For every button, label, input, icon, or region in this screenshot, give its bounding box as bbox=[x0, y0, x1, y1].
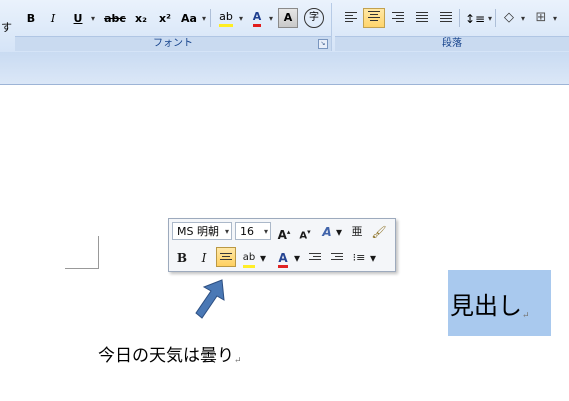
borders-dropdown-icon[interactable]: ▾ bbox=[550, 9, 560, 29]
ribbon-lower-band bbox=[0, 52, 569, 85]
chevron-down-icon[interactable]: ▾ bbox=[225, 223, 229, 241]
decrease-indent-button[interactable] bbox=[305, 247, 325, 267]
bold-button[interactable]: B bbox=[21, 9, 41, 29]
font-color-dropdown-icon[interactable]: ▾ bbox=[266, 9, 276, 29]
underline-button[interactable]: U bbox=[67, 9, 89, 29]
character-shading-button[interactable]: A bbox=[278, 8, 298, 28]
ribbon-left-edge-text: す bbox=[1, 21, 12, 34]
font-dialog-launcher-icon[interactable]: ↘ bbox=[318, 39, 328, 49]
underline-dropdown-icon[interactable]: ▾ bbox=[88, 9, 98, 29]
page-margin-mark bbox=[65, 268, 99, 269]
align-center-icon bbox=[368, 9, 380, 23]
heading-text: 見出し bbox=[450, 292, 522, 320]
align-right-button[interactable] bbox=[387, 9, 409, 29]
paragraph-mark-icon: ↵ bbox=[522, 311, 530, 321]
subscript-button[interactable]: x₂ bbox=[130, 9, 152, 29]
font-color-button[interactable]: A bbox=[246, 7, 268, 27]
align-right-icon bbox=[392, 10, 404, 24]
bold-icon: B bbox=[176, 251, 188, 265]
distributed-button[interactable] bbox=[435, 9, 457, 29]
font-name-value: MS 明朝 bbox=[177, 225, 219, 238]
highlight-button[interactable]: ab bbox=[239, 247, 259, 268]
highlight-button[interactable]: ab bbox=[214, 7, 238, 27]
highlight-pen-icon: ab bbox=[219, 10, 233, 27]
increase-indent-button[interactable] bbox=[327, 247, 347, 267]
bullet-list-icon: ⁝≡ bbox=[352, 251, 366, 264]
shrink-font-button[interactable]: A▾ bbox=[295, 221, 315, 241]
increase-indent-icon bbox=[331, 251, 343, 262]
styles-dropdown-icon[interactable]: ▾ bbox=[335, 221, 343, 241]
format-painter-button[interactable]: 🖌 bbox=[369, 221, 389, 241]
separator bbox=[495, 9, 496, 27]
font-group-label: フォント bbox=[15, 36, 331, 51]
italic-icon: I bbox=[201, 251, 207, 265]
shading-button[interactable]: ◇ bbox=[498, 8, 520, 28]
chevron-down-icon[interactable]: ▾ bbox=[264, 223, 268, 241]
bullets-dropdown-icon[interactable]: ▾ bbox=[369, 247, 377, 267]
shrink-font-icon: A bbox=[299, 230, 308, 242]
styles-button[interactable]: A bbox=[317, 221, 337, 241]
phonetic-guide-icon: 亜 bbox=[351, 225, 363, 238]
line-spacing-button[interactable]: ↕≡ bbox=[463, 9, 487, 29]
styles-icon: A bbox=[322, 225, 332, 239]
italic-button[interactable]: I bbox=[194, 247, 214, 267]
borders-button[interactable]: ⊞ bbox=[530, 8, 552, 28]
page-margin-mark bbox=[98, 236, 99, 269]
paragraph-group-label: 段落 bbox=[335, 36, 569, 51]
font-size-combo[interactable]: 16 ▾ bbox=[235, 222, 271, 240]
highlight-dropdown-icon[interactable]: ▾ bbox=[236, 9, 246, 29]
body-text: 今日の天気は曇り bbox=[98, 346, 234, 366]
highlight-dropdown-icon[interactable]: ▾ bbox=[259, 247, 267, 267]
bullets-button[interactable]: ⁝≡ bbox=[349, 247, 369, 267]
mini-toolbar: MS 明朝 ▾ 16 ▾ A▴ A▾ A ▾ 亜 🖌 B I ab ▾ A ▾ … bbox=[168, 218, 396, 272]
font-color-icon: A bbox=[252, 10, 262, 27]
italic-button[interactable]: I bbox=[43, 9, 63, 29]
grow-font-button[interactable]: A▴ bbox=[274, 221, 294, 242]
font-color-icon: A bbox=[278, 251, 288, 268]
decrease-indent-icon bbox=[309, 251, 321, 262]
separator bbox=[210, 9, 211, 27]
phonetic-guide-button[interactable]: 亜 bbox=[347, 221, 367, 241]
align-left-icon bbox=[345, 10, 357, 24]
change-case-button[interactable]: Aa bbox=[177, 9, 201, 29]
grow-font-icon: A bbox=[277, 228, 287, 242]
bold-button[interactable]: B bbox=[172, 247, 192, 267]
paintbrush-icon: 🖌 bbox=[371, 225, 387, 239]
paragraph-mark-icon: ↵ bbox=[234, 356, 242, 366]
justify-icon bbox=[416, 10, 428, 24]
body-paragraph[interactable]: 今日の天気は曇り↵ bbox=[98, 341, 242, 366]
distributed-icon bbox=[440, 10, 452, 24]
center-button[interactable] bbox=[216, 247, 236, 267]
paragraph-group: ↕≡ ▾ ◇ ▾ ⊞ ▾ 段落 bbox=[335, 3, 569, 51]
separator bbox=[459, 9, 460, 27]
font-color-button[interactable]: A bbox=[273, 247, 293, 268]
font-size-value: 16 bbox=[240, 225, 254, 238]
align-center-button[interactable] bbox=[363, 8, 385, 28]
strikethrough-button[interactable]: abc bbox=[102, 9, 128, 29]
superscript-button[interactable]: x² bbox=[154, 9, 176, 29]
font-name-combo[interactable]: MS 明朝 ▾ bbox=[172, 222, 232, 240]
font-color-dropdown-icon[interactable]: ▾ bbox=[293, 247, 301, 267]
line-spacing-dropdown-icon[interactable]: ▾ bbox=[485, 9, 495, 29]
ribbon: す B I U ▾ abc x₂ x² Aa ▾ ab ▾ A ▾ A 字 フォ… bbox=[0, 0, 569, 53]
font-group: B I U ▾ abc x₂ x² Aa ▾ ab ▾ A ▾ A 字 フォント… bbox=[15, 3, 332, 51]
justify-button[interactable] bbox=[411, 9, 433, 29]
align-left-button[interactable] bbox=[340, 9, 362, 29]
align-center-icon bbox=[220, 251, 232, 262]
heading-paragraph[interactable]: 見出し↵ bbox=[450, 286, 530, 321]
highlight-pen-icon: ab bbox=[242, 251, 256, 268]
change-case-dropdown-icon[interactable]: ▾ bbox=[199, 9, 209, 29]
shading-dropdown-icon[interactable]: ▾ bbox=[518, 9, 528, 29]
enclose-characters-button[interactable]: 字 bbox=[304, 8, 324, 28]
pointer-arrow-icon bbox=[195, 279, 225, 319]
